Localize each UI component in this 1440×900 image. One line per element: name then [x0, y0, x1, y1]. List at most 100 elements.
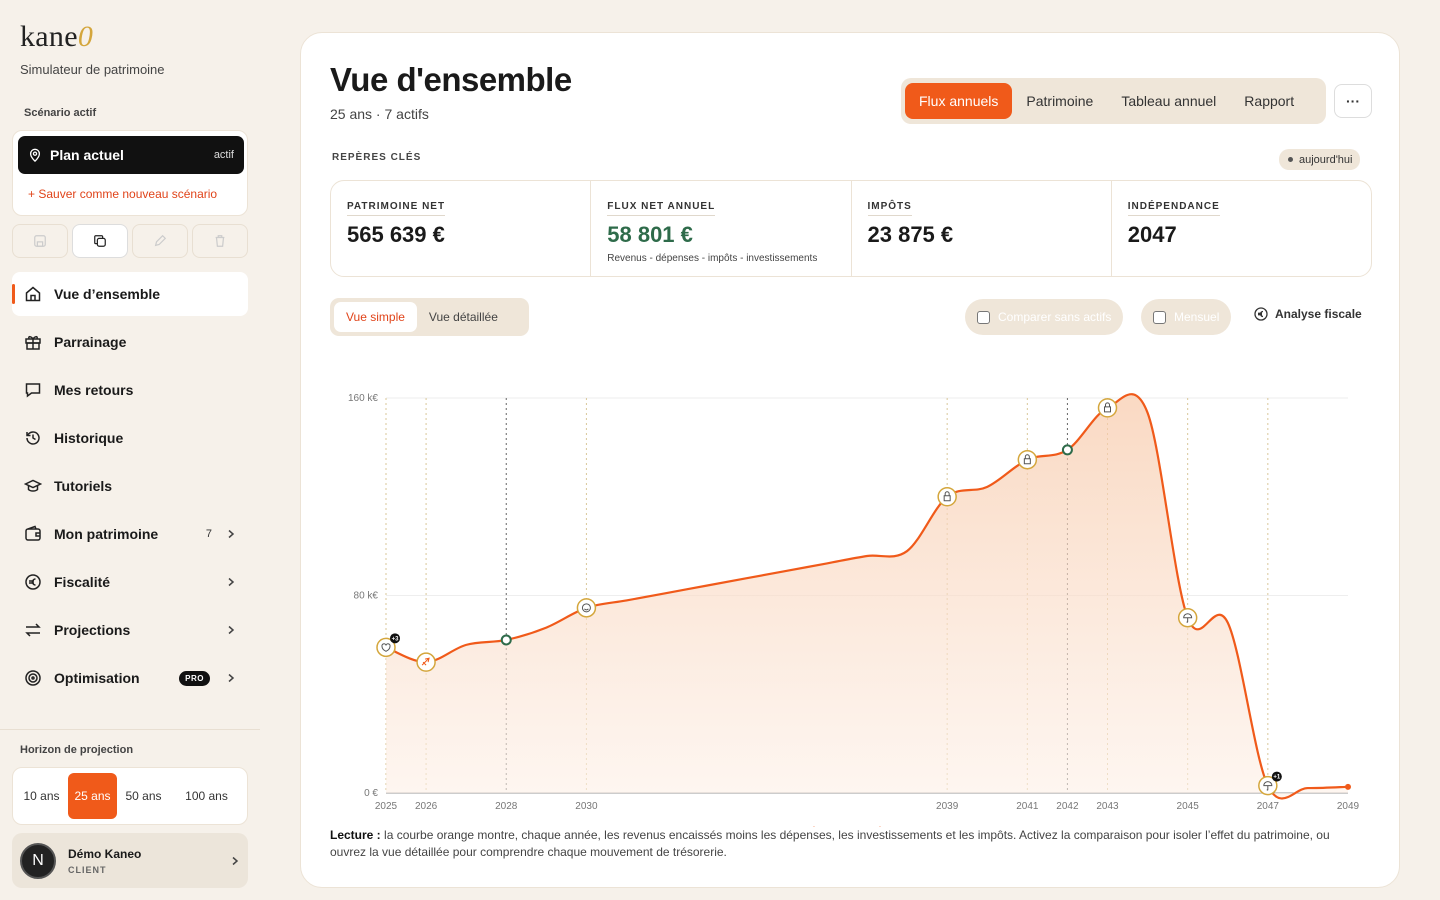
- target-icon: [25, 670, 41, 686]
- checkbox[interactable]: [1153, 310, 1166, 324]
- checkbox[interactable]: [977, 310, 990, 324]
- x-tick-label: 2045: [1177, 801, 1200, 812]
- tab-patrimoine[interactable]: Patrimoine: [1012, 83, 1107, 119]
- kpi-label: PATRIMOINE NET: [347, 201, 446, 216]
- euro-icon: [1254, 307, 1268, 321]
- user-name: Démo Kaneo: [68, 846, 142, 861]
- pencil-icon: [154, 234, 167, 247]
- x-tick-label: 2025: [375, 801, 398, 812]
- save-icon: [34, 235, 46, 247]
- x-tick-label: 2026: [415, 801, 438, 812]
- section-label: REPÈRES CLÉS: [332, 152, 422, 163]
- map-pin-icon: [29, 148, 41, 162]
- tab-rapport[interactable]: Rapport: [1230, 83, 1308, 119]
- kpi-value: 23 875 €: [867, 222, 954, 247]
- delete-button[interactable]: [192, 224, 248, 258]
- history-icon: [26, 431, 40, 445]
- x-tick-label: 2043: [1096, 801, 1119, 812]
- today-badge: aujourd'hui: [1279, 149, 1361, 170]
- ellipsis-icon: ···: [1346, 93, 1360, 109]
- x-tick-label: 2042: [1056, 801, 1079, 812]
- nav-label: Mon patrimoine: [54, 526, 159, 542]
- end-point: [1345, 783, 1351, 790]
- x-tick-label: 2030: [575, 801, 598, 812]
- fiscal-label: Analyse fiscale: [1275, 307, 1362, 321]
- scenario-toolbar: [12, 224, 248, 258]
- more-options-button[interactable]: ···: [1334, 84, 1372, 118]
- nav-item-tutorials[interactable]: Tutoriels: [12, 464, 248, 508]
- plane-event-marker: [416, 652, 436, 672]
- marker-badge-text: +1: [1273, 775, 1281, 781]
- event-dot: [1061, 444, 1073, 456]
- nav-item-optimisation[interactable]: Optimisation PRO: [12, 656, 248, 700]
- cashflow-chart: 0 € 80 k€ 160 k€ 2025 2026 2028 2030 2039 2041 20…: [348, 393, 1360, 827]
- kpi-impots: IMPÔTS 23 875 €: [852, 181, 1112, 276]
- horizon-option-25[interactable]: 25 ans: [68, 773, 117, 819]
- nav-label: Optimisation: [54, 670, 140, 686]
- lecture-text: la courbe orange montre, chaque année, l…: [330, 828, 1330, 859]
- duplicate-button[interactable]: [72, 224, 128, 258]
- user-info: Démo Kaneo CLIENT: [68, 847, 230, 875]
- smile-event-marker: [576, 598, 597, 618]
- marker-ring: [416, 652, 436, 672]
- kpi-patrimoine-net: PATRIMOINE NET 565 639 €: [331, 181, 592, 276]
- horizon-option-10[interactable]: 10 ans: [17, 773, 66, 819]
- view-tabs: Flux annuels Patrimoine Tableau annuel R…: [901, 78, 1326, 124]
- nav-item-history[interactable]: Historique: [12, 416, 248, 460]
- scenario-state: actif: [213, 149, 234, 161]
- chevron-right-icon: [228, 673, 235, 683]
- chevron-right-icon: [228, 577, 235, 587]
- nav-label: Mes retours: [54, 382, 134, 398]
- marker-ring: [937, 487, 957, 507]
- horizon-selector: 10 ans 25 ans 50 ans 100 ans: [12, 767, 248, 825]
- nav-label: Historique: [54, 430, 124, 446]
- vue-detaillee-option[interactable]: Vue détaillée: [417, 302, 510, 332]
- main-nav: Vue d’ensemble Parrainage Mes retours Hi…: [12, 272, 248, 704]
- nav-label: Tutoriels: [54, 478, 113, 494]
- horizon-option-100[interactable]: 100 ans: [170, 773, 243, 819]
- scenario-card: Plan actuel actif + Sauver comme nouveau…: [12, 130, 248, 216]
- nav-label: Vue d’ensemble: [54, 286, 161, 302]
- tab-tableau-annuel[interactable]: Tableau annuel: [1107, 83, 1230, 119]
- asset-count: 7: [205, 528, 212, 540]
- tagline: Simulateur de patrimoine: [20, 62, 165, 77]
- main-panel: Vue d'ensemble 25 ans · 7 actifs Flux an…: [300, 32, 1400, 888]
- avatar: N: [20, 842, 56, 879]
- compare-toggle[interactable]: Comparer sans actifs: [965, 299, 1124, 335]
- edit-button[interactable]: [132, 224, 188, 258]
- x-tick-label: 2049: [1337, 801, 1360, 812]
- lock-event-marker: [1097, 398, 1118, 418]
- nav-item-referral[interactable]: Parrainage: [12, 320, 248, 364]
- horizon-option-50[interactable]: 50 ans: [119, 773, 168, 819]
- scenario-label: Scénario actif: [24, 107, 97, 119]
- tab-flux-annuels[interactable]: Flux annuels: [905, 83, 1013, 119]
- umbrella-event-marker: [1177, 607, 1198, 628]
- user-card[interactable]: N Démo Kaneo CLIENT: [12, 833, 248, 888]
- kpi-subtext: Revenus - dépenses - impôts - investisse…: [607, 253, 818, 264]
- nav-item-feedback[interactable]: Mes retours: [12, 368, 248, 412]
- nav-item-fiscalite[interactable]: Fiscalité: [12, 560, 248, 604]
- marker-ring: [1017, 449, 1038, 470]
- active-scenario-button[interactable]: Plan actuel actif: [18, 136, 244, 174]
- marker-badge-text: +3: [392, 636, 400, 642]
- kpi-row: PATRIMOINE NET 565 639 € FLUX NET ANNUEL…: [330, 180, 1372, 277]
- kpi-value: 565 639 €: [347, 222, 445, 247]
- chevron-right-icon: [228, 529, 235, 539]
- marker-ring: [1097, 398, 1118, 418]
- event-dot: [500, 634, 512, 646]
- logo[interactable]: kane0: [20, 20, 93, 54]
- trash-icon: [215, 235, 225, 247]
- nav-item-projections[interactable]: Projections: [12, 608, 248, 652]
- kpi-value: 58 801 €: [607, 222, 693, 247]
- monthly-toggle[interactable]: Mensuel: [1141, 299, 1232, 335]
- vue-simple-option[interactable]: Vue simple: [334, 302, 417, 332]
- y-tick-label: 160 k€: [348, 393, 378, 404]
- nav-item-overview[interactable]: Vue d’ensemble: [12, 272, 248, 316]
- save-button[interactable]: [12, 224, 68, 258]
- compare-label: Comparer sans actifs: [998, 310, 1112, 324]
- save-new-scenario-link[interactable]: + Sauver comme nouveau scénario: [28, 187, 217, 201]
- nav-item-patrimoine[interactable]: Mon patrimoine 7: [12, 512, 248, 556]
- kpi-label: INDÉPENDANCE: [1127, 201, 1220, 216]
- fiscal-analysis-button[interactable]: Analyse fiscale: [1254, 307, 1362, 321]
- kpi-flux-net: FLUX NET ANNUEL 58 801 € Revenus - dépen…: [591, 181, 852, 276]
